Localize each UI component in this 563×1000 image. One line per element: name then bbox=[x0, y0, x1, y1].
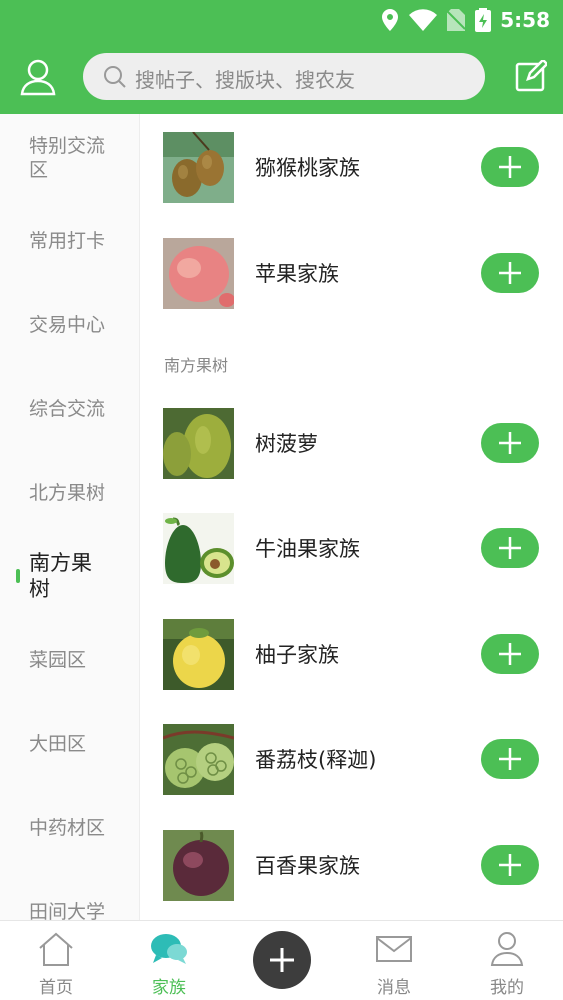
family-title: 苹果家族 bbox=[255, 262, 339, 286]
nav-label-messages: 消息 bbox=[377, 978, 411, 998]
list-item[interactable]: 苹果家族 bbox=[141, 238, 563, 328]
profile-button[interactable] bbox=[18, 58, 58, 98]
jackfruit-photo bbox=[163, 408, 234, 479]
apple-photo bbox=[163, 238, 234, 309]
sidebar-item-checkin[interactable]: 常用打卡 bbox=[29, 229, 119, 253]
nav-label-mine: 我的 bbox=[490, 978, 524, 998]
compose-button[interactable] bbox=[515, 58, 549, 92]
search-icon bbox=[104, 66, 126, 88]
nav-label-family: 家族 bbox=[152, 978, 186, 998]
plus-icon bbox=[499, 854, 521, 876]
status-time: 5:58 bbox=[500, 8, 550, 32]
sidebar-item-field-crops[interactable]: 大田区 bbox=[29, 732, 119, 756]
family-title: 柚子家族 bbox=[255, 643, 339, 667]
status-bar: 5:58 bbox=[0, 0, 563, 40]
join-button[interactable] bbox=[481, 423, 539, 463]
list-item[interactable]: 树菠萝 bbox=[141, 408, 563, 498]
pomelo-photo bbox=[163, 619, 234, 690]
nav-home[interactable]: 首页 bbox=[11, 921, 101, 1000]
category-sidebar: 特别交流区 常用打卡 交易中心 综合交流 北方果树 南方果树 菜园区 大田区 中… bbox=[0, 114, 140, 920]
wifi-icon bbox=[409, 9, 437, 31]
list-item[interactable]: 番荔枝(释迦) bbox=[141, 724, 563, 814]
plus-icon bbox=[499, 748, 521, 770]
nav-mine[interactable]: 我的 bbox=[462, 921, 552, 1000]
edit-icon bbox=[515, 58, 549, 92]
family-list: 猕猴桃家族 苹果家族 南方果树 树菠萝 牛油果家族 柚子家族 番荔枝(释迦) 百… bbox=[141, 114, 563, 920]
list-item[interactable]: 百香果家族 bbox=[141, 830, 563, 920]
plus-icon bbox=[270, 948, 294, 972]
join-button[interactable] bbox=[481, 845, 539, 885]
battery-icon bbox=[475, 8, 491, 32]
active-indicator bbox=[16, 569, 20, 583]
sugar-apple-photo bbox=[163, 724, 234, 795]
plus-icon bbox=[499, 156, 521, 178]
sidebar-item-herbs[interactable]: 中药材区 bbox=[29, 816, 119, 840]
family-title: 番荔枝(释迦) bbox=[255, 748, 377, 772]
search-placeholder: 搜帖子、搜版块、搜农友 bbox=[135, 68, 355, 92]
home-icon bbox=[39, 932, 73, 966]
sidebar-item-special[interactable]: 特别交流区 bbox=[29, 134, 119, 182]
sidebar-item-general[interactable]: 综合交流 bbox=[29, 397, 119, 421]
mail-icon bbox=[376, 936, 412, 962]
section-header: 南方果树 bbox=[164, 356, 229, 375]
bottom-nav: 首页 家族 消息 我的 bbox=[0, 920, 563, 1000]
nav-messages[interactable]: 消息 bbox=[349, 921, 439, 1000]
join-button[interactable] bbox=[481, 739, 539, 779]
location-icon bbox=[382, 9, 398, 31]
plus-icon bbox=[499, 432, 521, 454]
plus-icon bbox=[499, 262, 521, 284]
list-item[interactable]: 牛油果家族 bbox=[141, 513, 563, 603]
join-button[interactable] bbox=[481, 147, 539, 187]
chat-bubbles-icon bbox=[151, 934, 187, 964]
create-post-button[interactable] bbox=[253, 931, 311, 989]
status-icons bbox=[381, 8, 491, 32]
family-title: 树菠萝 bbox=[255, 432, 318, 456]
search-input[interactable]: 搜帖子、搜版块、搜农友 bbox=[83, 53, 485, 100]
join-button[interactable] bbox=[481, 634, 539, 674]
app-header: 5:58 搜帖子、搜版块、搜农友 bbox=[0, 0, 563, 114]
no-sim-icon bbox=[447, 9, 465, 31]
user-icon bbox=[490, 932, 524, 966]
user-icon bbox=[20, 59, 56, 96]
family-title: 百香果家族 bbox=[255, 854, 360, 878]
join-button[interactable] bbox=[481, 528, 539, 568]
plus-icon bbox=[499, 537, 521, 559]
sidebar-item-trade[interactable]: 交易中心 bbox=[29, 313, 119, 337]
join-button[interactable] bbox=[481, 253, 539, 293]
list-item[interactable]: 柚子家族 bbox=[141, 619, 563, 709]
family-title: 猕猴桃家族 bbox=[255, 156, 360, 180]
plus-icon bbox=[499, 643, 521, 665]
sidebar-item-south-fruit[interactable]: 南方果树 bbox=[29, 550, 109, 602]
nav-family[interactable]: 家族 bbox=[124, 921, 214, 1000]
passion-fruit-photo bbox=[163, 830, 234, 901]
list-item[interactable]: 猕猴桃家族 bbox=[141, 132, 563, 222]
sidebar-item-north-fruit[interactable]: 北方果树 bbox=[29, 481, 119, 505]
nav-label-home: 首页 bbox=[39, 978, 73, 998]
family-title: 牛油果家族 bbox=[255, 537, 360, 561]
avocado-photo bbox=[163, 513, 234, 584]
sidebar-item-vegetable[interactable]: 菜园区 bbox=[29, 648, 119, 672]
kiwi-fruit-photo bbox=[163, 132, 234, 203]
sidebar-item-university[interactable]: 田间大学 bbox=[29, 900, 119, 920]
